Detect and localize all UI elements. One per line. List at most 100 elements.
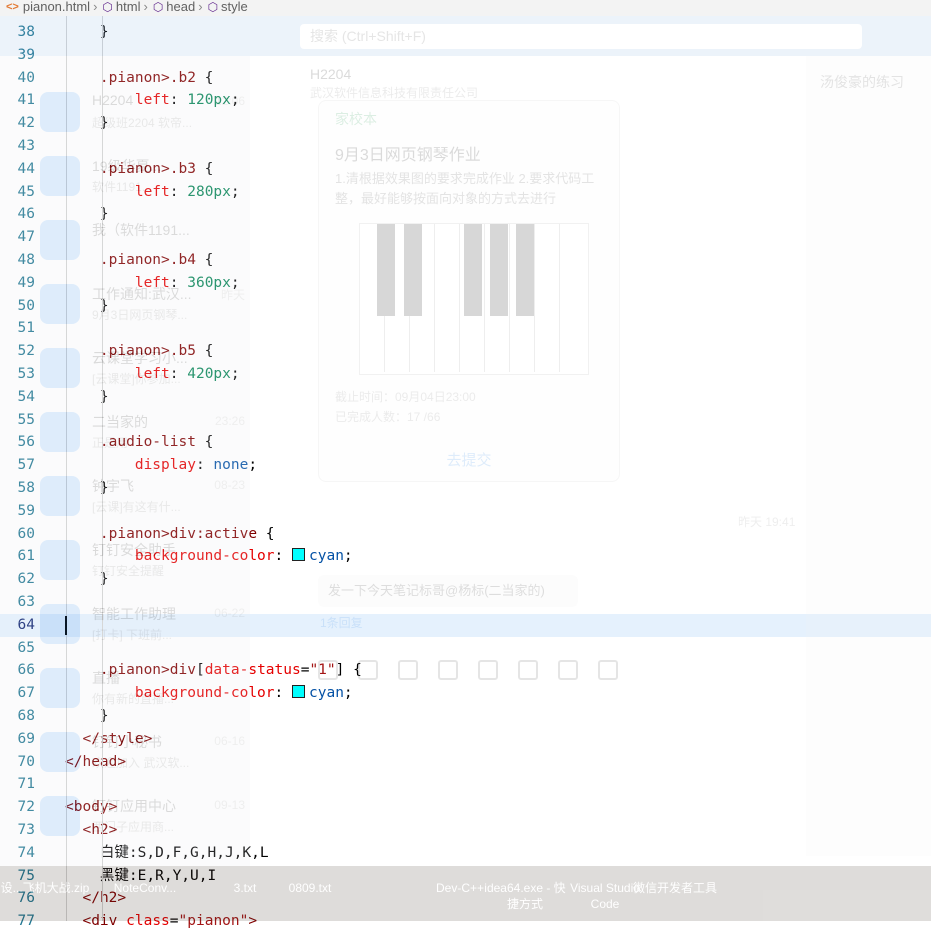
code-text: </h2> [65, 887, 126, 910]
code-token: </ [82, 730, 100, 747]
code-token: 420px [187, 366, 231, 382]
line-number: 70 [17, 753, 35, 770]
code-line[interactable]: 60 .pianon>div:active { [0, 523, 931, 546]
code-line[interactable]: 48 .pianon>.b4 { [0, 249, 931, 272]
code-line[interactable]: 66 .pianon>div[data-status="1"] { [0, 659, 931, 682]
code-line[interactable]: 59 [0, 500, 931, 523]
line-number: 45 [17, 183, 35, 200]
code-line[interactable]: 73 <h2> [0, 819, 931, 842]
code-line[interactable]: 64 [0, 613, 931, 637]
code-token: ; [343, 685, 353, 702]
code-line[interactable]: 70 </head> [0, 751, 931, 774]
line-number: 71 [17, 776, 35, 793]
code-editor[interactable]: 38 } 39 40 .pianon>.b2 {41 left: 120px; 42 … [0, 16, 931, 929]
code-token: { [195, 252, 214, 268]
code-line[interactable]: 61 background-color: cyan; [0, 545, 931, 568]
code-line[interactable]: 39 [0, 44, 931, 67]
code-text: left: 420px; [65, 363, 240, 386]
code-token: { [195, 434, 214, 451]
code-line[interactable]: 51 [0, 317, 931, 340]
code-text: .pianon>.b4 { [65, 249, 214, 272]
code-line[interactable]: 71 [0, 773, 931, 796]
code-token: > [108, 822, 118, 838]
line-number: 60 [17, 525, 35, 542]
code-line[interactable]: 46 } [0, 203, 931, 226]
line-number: 74 [17, 844, 35, 861]
code-token: cyan [309, 685, 344, 702]
line-number: 52 [17, 343, 35, 360]
code-text: 黑键:E,R,Y,U,I [65, 865, 216, 888]
html-file-icon: <> [6, 1, 19, 13]
code-token: : [169, 183, 188, 200]
code-text: .audio-list { [65, 431, 214, 454]
code-token: .pianon>div [99, 662, 196, 679]
code-token: background-color [134, 685, 275, 702]
breadcrumb-item-style[interactable]: style [221, 0, 248, 14]
code-line[interactable]: 40 .pianon>.b2 { [0, 67, 931, 90]
code-token: ; [230, 183, 240, 200]
code-line[interactable]: 75 黑键:E,R,Y,U,I [0, 865, 931, 888]
line-number: 51 [17, 320, 35, 337]
code-line[interactable]: 68 } [0, 705, 931, 728]
code-line[interactable]: 72 <body> [0, 796, 931, 819]
code-line[interactable]: 42 } [0, 112, 931, 135]
code-text: .pianon>div[data-status="1"] { [65, 659, 362, 682]
code-token: 白键:S,D,F,G,H,J,K,L [99, 844, 269, 861]
code-text: left: 280px; [65, 181, 240, 204]
color-swatch[interactable] [292, 685, 305, 699]
code-line[interactable]: 63 [0, 591, 931, 614]
line-number: 62 [17, 571, 35, 588]
code-token: 黑键:E,R,Y,U,I [99, 867, 217, 884]
code-token: < [82, 913, 92, 930]
code-line[interactable]: 58 } [0, 477, 931, 500]
code-line[interactable]: 55 [0, 409, 931, 432]
code-line[interactable]: 43 [0, 135, 931, 158]
code-text: <body> [65, 796, 117, 819]
code-line[interactable]: 57 display: none; [0, 454, 931, 477]
line-number: 46 [17, 206, 35, 223]
code-line[interactable]: 50 } [0, 295, 931, 318]
breadcrumb-item-html[interactable]: html [116, 0, 141, 14]
code-line[interactable]: 56 .audio-list { [0, 431, 931, 454]
code-line[interactable]: 54 } [0, 386, 931, 409]
code-token: ; [230, 92, 240, 109]
code-line[interactable]: 47 [0, 226, 931, 249]
code-line[interactable]: 76 </h2> [0, 887, 931, 910]
code-token: 360px [187, 274, 231, 291]
code-line[interactable]: 62 } [0, 568, 931, 591]
code-line[interactable]: 65 [0, 637, 931, 660]
code-token: { [195, 343, 214, 360]
code-line[interactable]: 41 left: 120px; [0, 89, 931, 112]
code-line[interactable]: 38 } [0, 21, 931, 44]
code-line[interactable]: 67 background-color: cyan; [0, 682, 931, 705]
color-swatch[interactable] [292, 548, 305, 562]
line-number: 56 [17, 434, 35, 451]
code-text: display: none; [65, 454, 257, 477]
code-line[interactable]: 74 白键:S,D,F,G,H,J,K,L [0, 842, 931, 865]
code-token: background-color [134, 548, 275, 565]
code-line[interactable]: 77 <div class="pianon"> [0, 910, 931, 933]
code-token: > [108, 799, 118, 816]
code-line[interactable]: 69 </style> [0, 728, 931, 751]
code-line[interactable]: 44 .pianon>.b3 { [0, 158, 931, 181]
code-line[interactable]: 49 left: 360px; [0, 272, 931, 295]
code-text: </head> [65, 751, 126, 774]
line-number: 40 [17, 69, 35, 86]
breadcrumb-item-file[interactable]: pianon.html [23, 0, 90, 14]
code-line[interactable]: 52 .pianon>.b5 { [0, 340, 931, 363]
code-text: .pianon>.b2 { [65, 67, 214, 90]
breadcrumb-item-head[interactable]: head [166, 0, 195, 14]
code-line[interactable]: 53 left: 420px; [0, 363, 931, 386]
code-line[interactable]: 45 left: 280px; [0, 181, 931, 204]
